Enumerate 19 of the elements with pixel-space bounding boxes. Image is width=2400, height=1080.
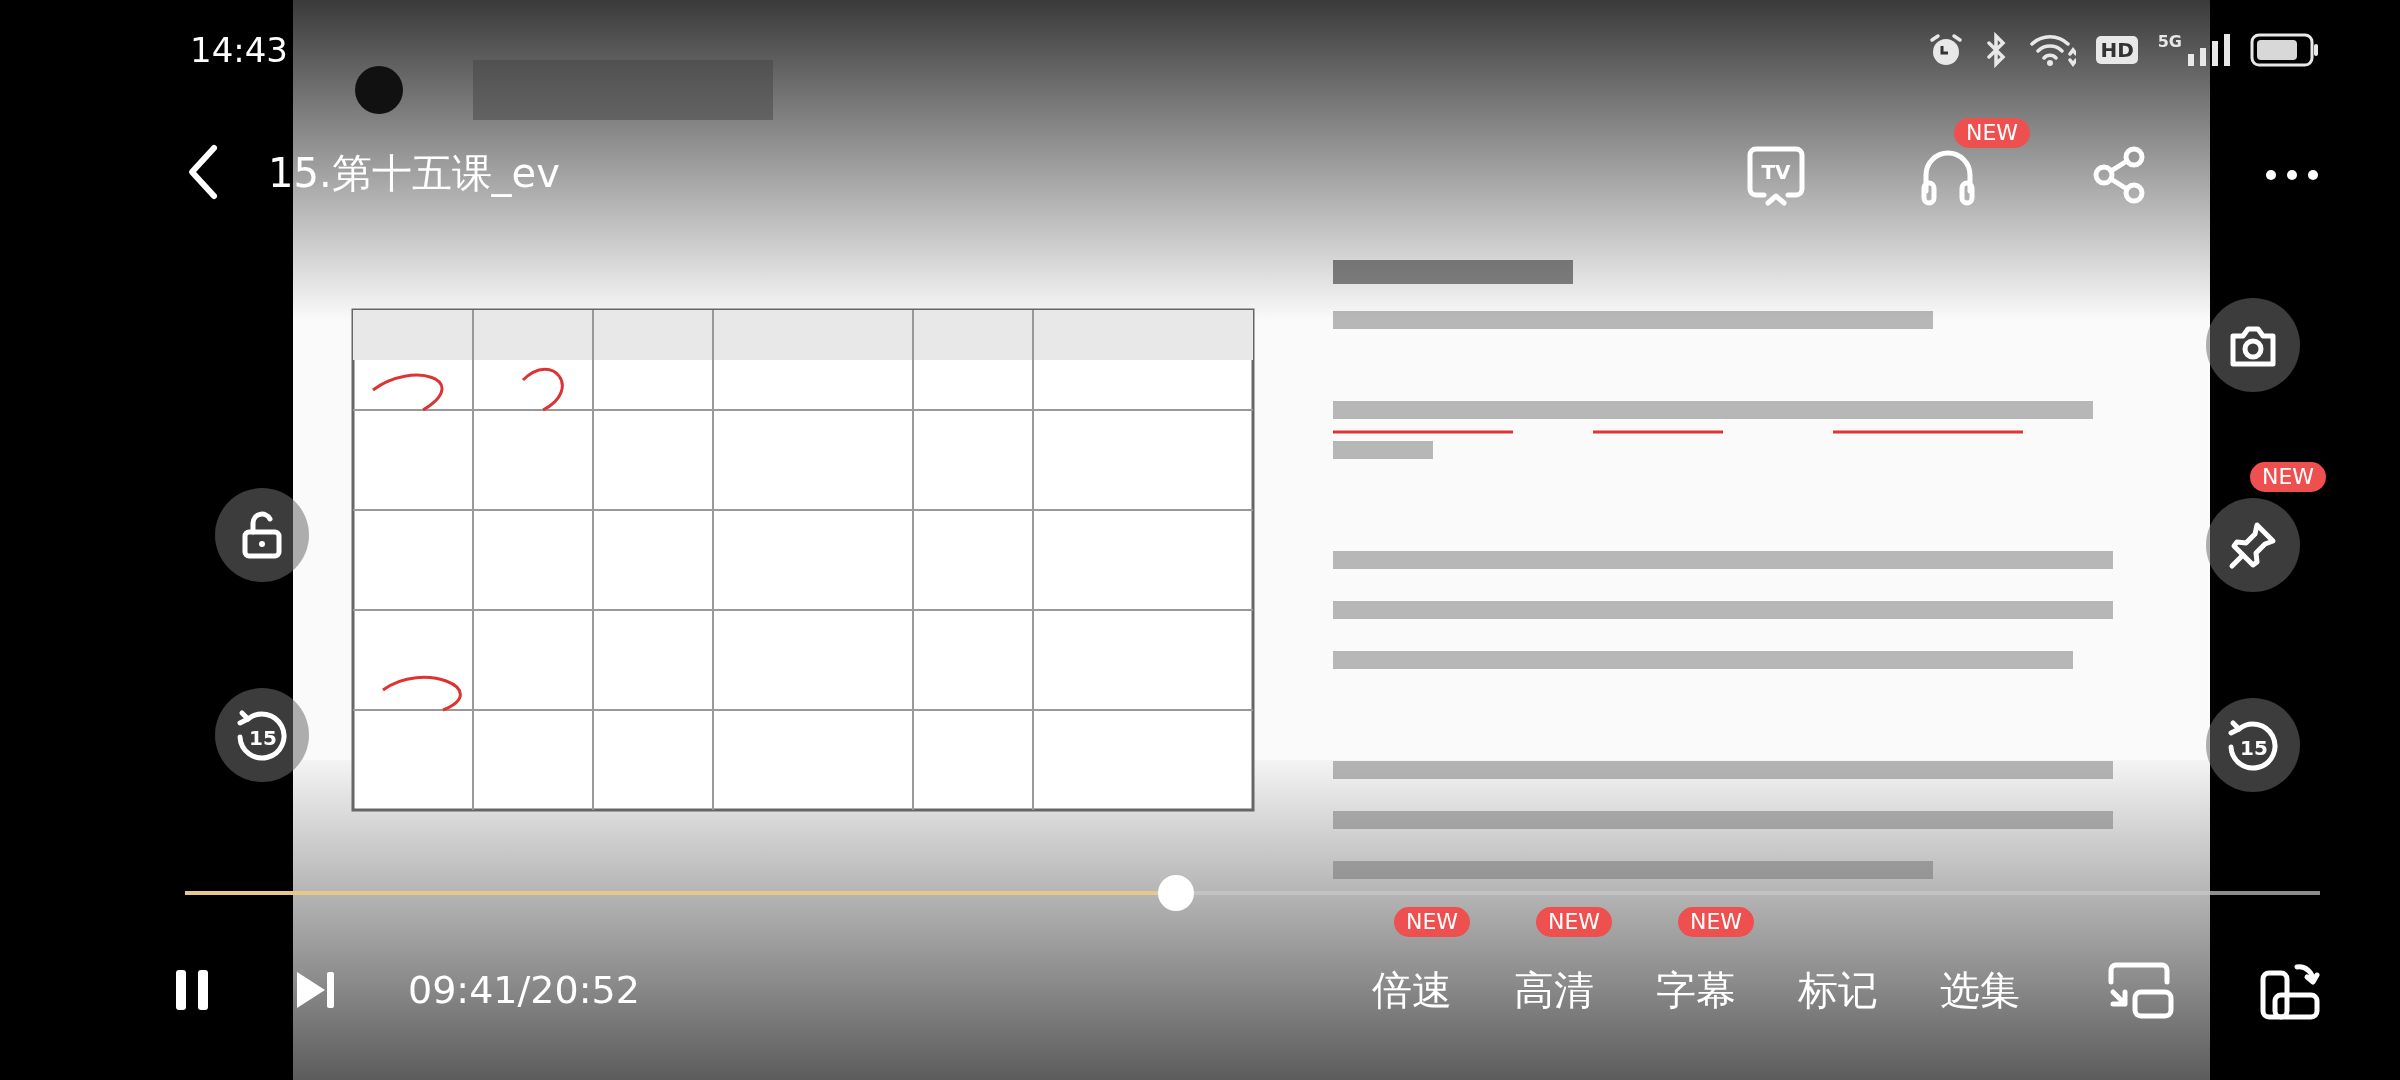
menu-option[interactable]: 高清	[1514, 962, 1594, 1018]
menu-option[interactable]: 倍速	[1372, 962, 1452, 1018]
tv-button[interactable]: TV	[1738, 140, 1814, 210]
menu-option[interactable]: 选集	[1940, 962, 2020, 1018]
clock-time: 14:43	[190, 30, 288, 70]
replay-button[interactable]: 15	[215, 688, 309, 782]
network-type: 5G	[2157, 32, 2182, 51]
more-icon	[2265, 169, 2319, 181]
battery-icon	[2250, 33, 2320, 67]
hd-icon: HD	[2096, 36, 2138, 64]
menu-option[interactable]: 字幕	[1656, 962, 1736, 1018]
signal-icon	[2186, 32, 2230, 68]
playback-time: 09:41/20:52	[408, 968, 640, 1012]
new-badge: NEW	[2250, 462, 2327, 492]
new-badge: NEW	[1954, 118, 2031, 148]
alarm-icon	[1928, 32, 1965, 68]
menu-option[interactable]: 标记	[1798, 962, 1878, 1018]
replay-button[interactable]: 15	[2206, 698, 2300, 792]
wifi-icon	[2028, 32, 2077, 68]
